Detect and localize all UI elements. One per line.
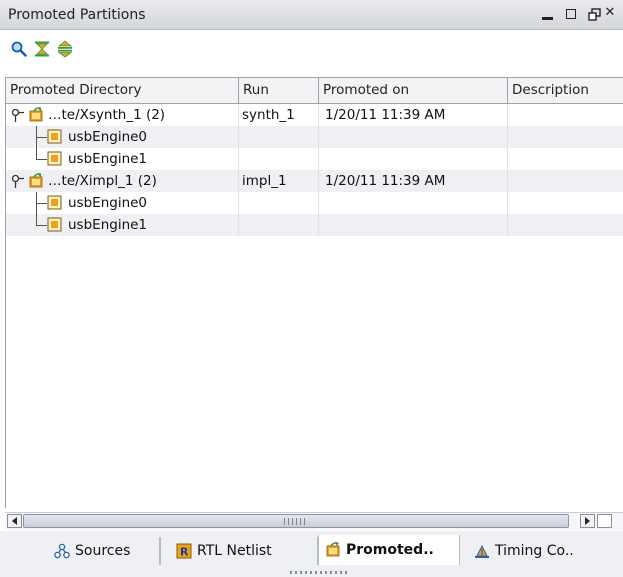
promoted-on-cell xyxy=(319,126,508,148)
table-row[interactable]: …te/Ximpl_1 (2) impl_1 1/20/11 11:39 AM xyxy=(6,170,623,192)
partition-icon xyxy=(47,217,62,232)
partition-icon xyxy=(47,129,62,144)
tree-expanded-icon[interactable] xyxy=(11,108,24,122)
tree-connector xyxy=(36,203,37,214)
rtl-netlist-icon: R xyxy=(176,543,192,559)
tab-label: RTL Netlist xyxy=(197,543,272,559)
description-cell xyxy=(508,214,623,236)
promoted-on-cell xyxy=(319,148,508,170)
minimize-icon[interactable] xyxy=(538,5,556,23)
directory-cell: usbEngine1 xyxy=(6,214,239,236)
partition-name: usbEngine0 xyxy=(68,195,148,211)
directory-cell: usbEngine0 xyxy=(6,192,239,214)
tree-connector xyxy=(36,192,47,204)
tab-label: Timing Co.. xyxy=(495,543,574,559)
promoted-on-cell xyxy=(319,192,508,214)
search-icon[interactable] xyxy=(8,38,30,60)
column-header-description[interactable]: Description xyxy=(508,78,623,103)
run-cell xyxy=(239,148,319,170)
sources-icon xyxy=(54,543,70,559)
panel-title: Promoted Partitions xyxy=(8,7,146,23)
directory-cell: …te/Ximpl_1 (2) xyxy=(6,170,239,192)
grip-icon xyxy=(284,518,308,525)
partition-name: usbEngine1 xyxy=(68,217,148,233)
close-icon[interactable]: ✕ xyxy=(601,3,619,21)
promoted-folder-icon xyxy=(29,173,43,188)
directory-cell: usbEngine1 xyxy=(6,148,239,170)
run-cell xyxy=(239,214,319,236)
run-cell xyxy=(239,192,319,214)
table-row[interactable]: usbEngine0 xyxy=(6,192,623,214)
promoted-icon xyxy=(325,542,341,558)
table-row[interactable]: …te/Xsynth_1 (2) synth_1 1/20/11 11:39 A… xyxy=(6,104,623,126)
tree-connector xyxy=(36,214,47,226)
promoted-on-cell: 1/20/11 11:39 AM xyxy=(319,104,508,126)
scrollbar-thumb[interactable] xyxy=(23,514,569,528)
tab-rtl-netlist[interactable]: R RTL Netlist xyxy=(170,537,318,565)
partition-icon xyxy=(47,195,62,210)
svg-text:R: R xyxy=(180,546,189,559)
partition-icon xyxy=(47,151,62,166)
tab-label: Promoted.. xyxy=(346,542,434,558)
scroll-right-button[interactable] xyxy=(580,514,595,528)
table-header: Promoted Directory Run Promoted on Descr… xyxy=(6,78,623,104)
scroll-left-button[interactable] xyxy=(7,514,22,528)
arrow-right-icon xyxy=(585,517,590,525)
collapse-all-icon[interactable] xyxy=(31,38,53,60)
tree-connector xyxy=(36,126,47,138)
tab-label: Sources xyxy=(75,543,131,559)
table-row[interactable]: usbEngine1 xyxy=(6,148,623,170)
partitions-table: Promoted Directory Run Promoted on Descr… xyxy=(5,77,623,508)
bottom-tab-bar: Sources R RTL Netlist Promoted.. Timing … xyxy=(0,531,623,577)
horizontal-scrollbar[interactable] xyxy=(5,512,623,530)
partition-name: usbEngine0 xyxy=(68,129,148,145)
resize-grip-icon[interactable] xyxy=(290,571,348,574)
column-header-run[interactable]: Run xyxy=(239,78,319,103)
expand-all-icon[interactable] xyxy=(54,38,76,60)
promoted-folder-icon xyxy=(29,107,43,122)
promoted-on-cell: 1/20/11 11:39 AM xyxy=(319,170,508,192)
column-header-promoted-directory[interactable]: Promoted Directory xyxy=(6,78,239,103)
timing-icon xyxy=(474,543,490,559)
description-cell xyxy=(508,104,623,126)
arrow-left-icon xyxy=(12,517,17,525)
table-row[interactable]: usbEngine1 xyxy=(6,214,623,236)
panel-toolbar xyxy=(0,38,623,62)
promoted-on-cell xyxy=(319,214,508,236)
tree-connector xyxy=(36,137,37,148)
directory-cell: …te/Xsynth_1 (2) xyxy=(6,104,239,126)
panel-titlebar: Promoted Partitions ✕ xyxy=(0,0,623,30)
tree-connector xyxy=(36,148,47,160)
directory-name: …te/Xsynth_1 (2) xyxy=(48,107,166,123)
directory-cell: usbEngine0 xyxy=(6,126,239,148)
run-cell: synth_1 xyxy=(239,104,319,126)
tab-divider xyxy=(160,537,161,565)
description-cell xyxy=(508,148,623,170)
scrollbar-corner xyxy=(597,514,612,528)
tab-sources[interactable]: Sources xyxy=(48,537,160,565)
column-header-promoted-on[interactable]: Promoted on xyxy=(319,78,508,103)
description-cell xyxy=(508,126,623,148)
promoted-partitions-panel: Promoted Partitions ✕ Promoted Directory… xyxy=(0,0,623,577)
partition-name: usbEngine1 xyxy=(68,151,148,167)
tab-promoted[interactable]: Promoted.. xyxy=(318,535,460,565)
run-cell: impl_1 xyxy=(239,170,319,192)
tab-timing-constraints[interactable]: Timing Co.. xyxy=(468,537,620,565)
description-cell xyxy=(508,170,623,192)
description-cell xyxy=(508,192,623,214)
maximize-icon[interactable] xyxy=(562,5,580,23)
table-row[interactable]: usbEngine0 xyxy=(6,126,623,148)
run-cell xyxy=(239,126,319,148)
directory-name: …te/Ximpl_1 (2) xyxy=(48,173,157,189)
tree-expanded-icon[interactable] xyxy=(11,174,24,188)
